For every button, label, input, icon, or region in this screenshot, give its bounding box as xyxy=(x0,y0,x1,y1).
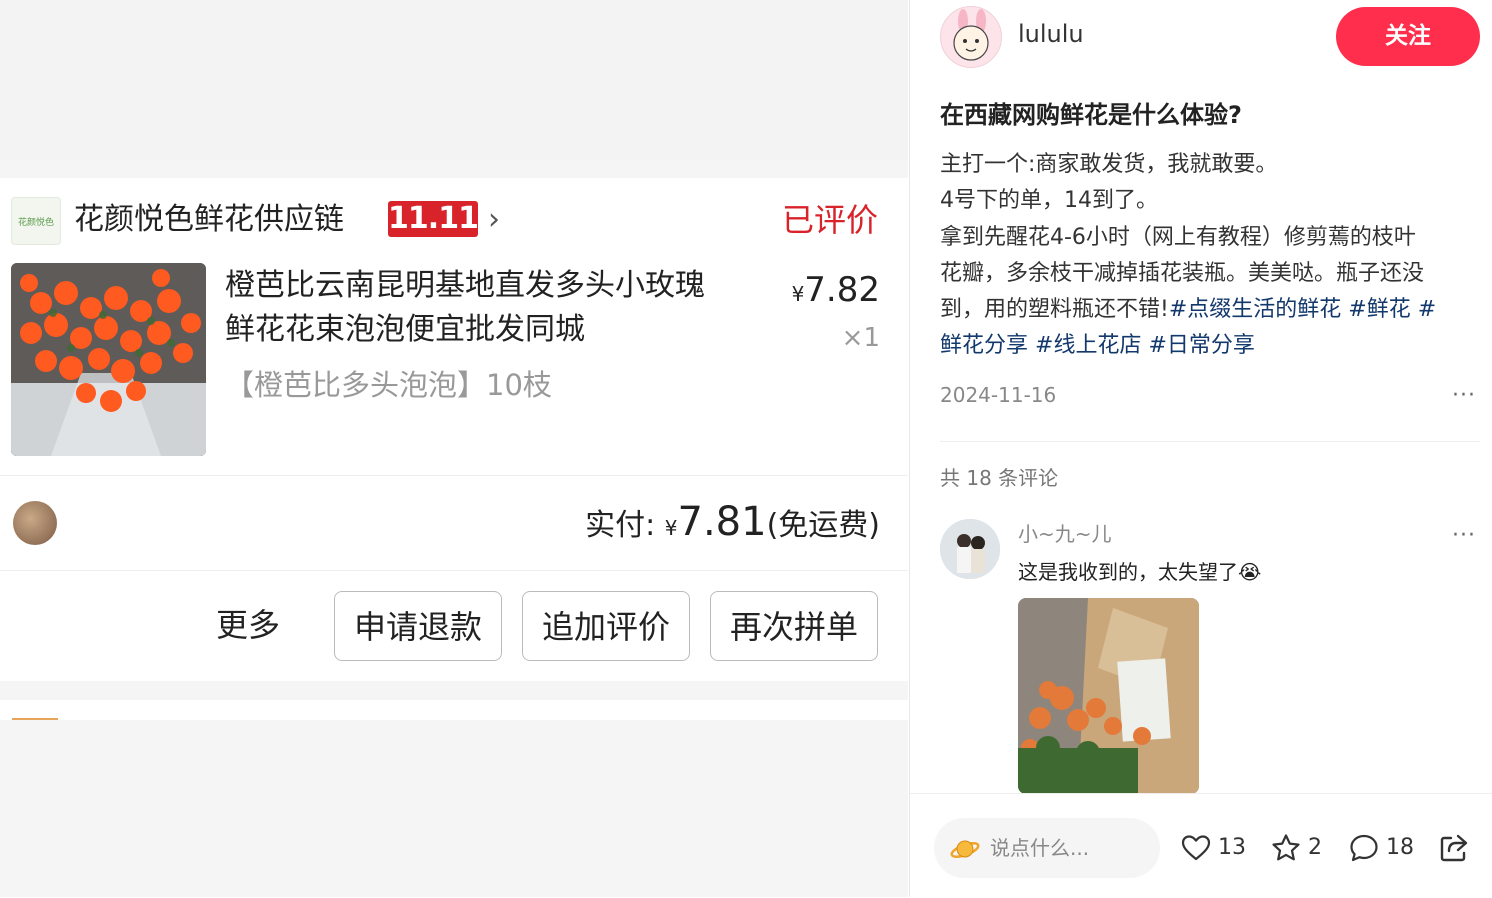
share-button[interactable] xyxy=(1438,830,1470,866)
buyer-avatar[interactable] xyxy=(13,501,57,545)
star-count: 2 xyxy=(1308,835,1322,860)
comment-image[interactable] xyxy=(1018,598,1199,794)
like-button[interactable]: 13 xyxy=(1180,830,1246,866)
reorder-button[interactable]: 再次拼单 xyxy=(710,591,878,661)
comment-button[interactable]: 18 xyxy=(1348,830,1414,866)
product-price: ¥7.82 xyxy=(792,268,880,316)
commenter-avatar[interactable] xyxy=(940,519,1000,579)
post-body-text: 到，用的塑料瓶还不错! xyxy=(940,297,1169,323)
divider xyxy=(940,441,1480,442)
comment-body: 这是我收到的，太失望了 xyxy=(1018,560,1238,584)
shop-logo-text: 花颜悦色 xyxy=(17,217,54,228)
share-icon xyxy=(1440,834,1468,862)
author-name[interactable]: lululu xyxy=(1018,18,1084,50)
price-value: 7.82 xyxy=(804,270,880,310)
post-body-line: 主打一个:商家敢发货，我就敢要。 xyxy=(940,152,1278,177)
comment-count: 共 18 条评论 xyxy=(940,466,1059,490)
commenter-name[interactable]: 小~九~儿 xyxy=(1018,519,1112,549)
chevron-right-icon[interactable]: › xyxy=(488,202,500,238)
roses-photo xyxy=(11,263,206,456)
planet-icon xyxy=(950,840,980,858)
more-button[interactable]: 更多 xyxy=(216,601,280,649)
more-icon[interactable]: ··· xyxy=(1452,385,1476,407)
post-body-line: 到，用的塑料瓶还不错!#点缀生活的鲜花 #鲜花 # xyxy=(940,292,1480,328)
divider xyxy=(0,475,908,476)
hashtag-link[interactable]: #点缀生活的鲜花 xyxy=(1169,297,1341,322)
paid-value: 7.81 xyxy=(677,499,767,545)
next-shop-logo-peek xyxy=(12,718,58,720)
post-body-line: 4号下的单，14到了。 xyxy=(940,188,1158,214)
crying-emoji-icon: 😭 xyxy=(1238,560,1262,584)
order-pane: 花颜悦色 花颜悦色鲜花供应链 11.11 › 已评价 橙芭比云南昆明基地直发多头… xyxy=(0,0,908,897)
hashtag-link[interactable]: #日常分享 xyxy=(1148,333,1254,358)
product-quantity: ×1 xyxy=(841,323,880,353)
paid-label: 实付: xyxy=(585,508,656,543)
shop-name[interactable]: 花颜悦色鲜花供应链 xyxy=(74,198,344,242)
follow-button[interactable]: 关注 xyxy=(1336,7,1480,66)
shop-logo[interactable]: 花颜悦色 xyxy=(11,197,61,245)
comment-count-value: 18 xyxy=(1386,835,1414,860)
add-review-button[interactable]: 追加评价 xyxy=(522,591,690,661)
comment-icon xyxy=(1350,834,1378,862)
post-title: 在西藏网购鲜花是什么体验? xyxy=(940,101,1242,129)
hashtag-link[interactable]: #线上花店 xyxy=(1035,333,1141,358)
heart-icon xyxy=(1181,835,1211,861)
comment-text: 这是我收到的，太失望了😭 xyxy=(1018,557,1261,587)
author-avatar[interactable] xyxy=(940,6,1002,68)
hashtag-link[interactable]: 鲜花分享 xyxy=(940,333,1028,358)
like-count: 13 xyxy=(1218,835,1246,860)
request-refund-button[interactable]: 申请退款 xyxy=(334,591,502,661)
star-icon xyxy=(1272,834,1300,861)
post-pane: lululu 关注 在西藏网购鲜花是什么体验? 主打一个:商家敢发货，我就敢要。… xyxy=(909,0,1492,898)
product-title[interactable]: 橙芭比云南昆明基地直发多头小玫瑰 鲜花花束泡泡便宜批发同城 xyxy=(225,264,770,352)
post-body-line: 花瓣，多余枝干减掉插花装瓶。美美哒。瓶子还没 xyxy=(940,260,1425,286)
more-icon[interactable]: ··· xyxy=(1452,525,1476,547)
post-body: 主打一个:商家敢发货，我就敢要。 4号下的单，14到了。 拿到先醒花4-6小时（… xyxy=(940,147,1480,365)
top-blank-area xyxy=(0,0,908,160)
bunny-avatar-icon xyxy=(953,9,989,61)
product-spec: 【橙芭比多头泡泡】10枝 xyxy=(225,368,552,402)
received-roses-photo xyxy=(1018,598,1199,794)
post-body-line: 拿到先醒花4-6小时（网上有教程）修剪蔫的枝叶 xyxy=(940,224,1416,250)
product-title-line: 橙芭比云南昆明基地直发多头小玫瑰 xyxy=(225,268,705,303)
collect-button[interactable]: 2 xyxy=(1270,830,1322,866)
currency-symbol: ¥ xyxy=(791,282,805,306)
promo-badge: 11.11 xyxy=(388,201,479,237)
hashtag-link[interactable]: # xyxy=(1418,297,1436,322)
shipping-note: (免运费) xyxy=(766,508,880,543)
currency-symbol: ¥ xyxy=(664,516,678,540)
post-date: 2024-11-16 xyxy=(940,383,1057,407)
divider xyxy=(0,570,908,571)
product-title-line: 鲜花花束泡泡便宜批发同城 xyxy=(225,312,585,347)
post-body-line: 鲜花分享 #线上花店 #日常分享 xyxy=(940,328,1480,364)
hashtag-link[interactable]: #鲜花 xyxy=(1348,297,1410,322)
bottom-action-bar: 13 2 18 xyxy=(910,793,1492,898)
paid-amount: 实付: ¥7.81(免运费) xyxy=(585,496,880,554)
next-order-card[interactable] xyxy=(0,700,908,720)
couple-photo xyxy=(940,519,1000,579)
order-status: 已评价 xyxy=(781,201,878,239)
product-image[interactable] xyxy=(11,263,206,456)
